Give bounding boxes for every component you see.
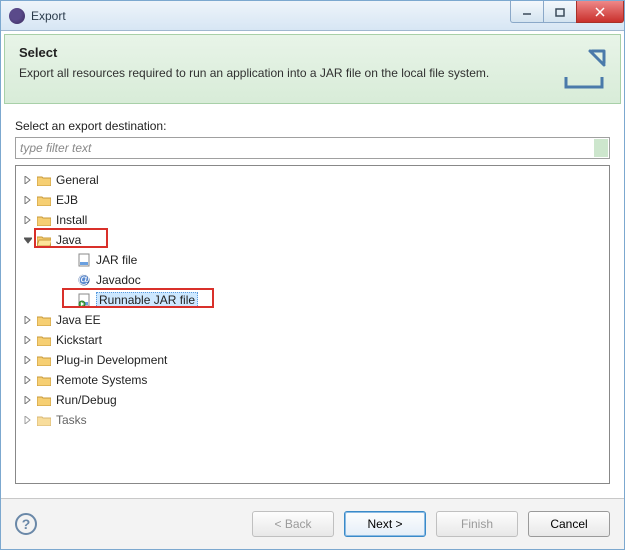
finish-label: Finish	[461, 517, 493, 531]
maximize-icon	[555, 7, 565, 17]
folder-open-icon	[36, 232, 52, 248]
back-button: < Back	[252, 511, 334, 537]
window-controls	[511, 1, 624, 30]
svg-text:@: @	[78, 273, 90, 286]
chevron-right-icon[interactable]	[22, 214, 34, 226]
chevron-right-icon[interactable]	[22, 334, 34, 346]
tree-label: Tasks	[56, 413, 87, 427]
tree-item-run-debug[interactable]: Run/Debug	[16, 390, 609, 410]
folder-icon	[36, 312, 52, 328]
folder-icon	[36, 332, 52, 348]
tree-label: General	[56, 173, 99, 187]
tree-label: Run/Debug	[56, 393, 117, 407]
tree-container: General EJB Install Java	[15, 165, 610, 484]
tree-label: Java	[56, 233, 81, 247]
minimize-icon	[522, 7, 532, 17]
window-title: Export	[31, 9, 511, 23]
banner-description: Export all resources required to run an …	[19, 66, 606, 80]
folder-icon	[36, 212, 52, 228]
jar-icon	[76, 252, 92, 268]
tree-item-tasks[interactable]: Tasks	[16, 410, 609, 430]
tree-label: Remote Systems	[56, 373, 147, 387]
chevron-right-icon[interactable]	[22, 374, 34, 386]
close-button[interactable]	[576, 1, 624, 23]
tree-item-install[interactable]: Install	[16, 210, 609, 230]
export-icon	[560, 45, 608, 93]
javadoc-icon: @	[76, 272, 92, 288]
minimize-button[interactable]	[510, 1, 544, 23]
cancel-button[interactable]: Cancel	[528, 511, 610, 537]
tree-item-java[interactable]: Java	[16, 230, 609, 250]
chevron-down-icon[interactable]	[22, 234, 34, 246]
titlebar[interactable]: Export	[1, 1, 624, 31]
chevron-right-icon[interactable]	[22, 314, 34, 326]
tree-label: EJB	[56, 193, 78, 207]
finish-button: Finish	[436, 511, 518, 537]
folder-icon	[36, 172, 52, 188]
runnable-jar-icon	[76, 292, 92, 308]
next-button[interactable]: Next >	[344, 511, 426, 537]
wizard-banner: Select Export all resources required to …	[4, 34, 621, 104]
banner-heading: Select	[19, 45, 606, 60]
filter-input[interactable]: type filter text	[15, 137, 610, 159]
folder-icon	[36, 192, 52, 208]
tree-label: Runnable JAR file	[96, 292, 198, 308]
tree-item-javadoc[interactable]: @ Javadoc	[16, 270, 609, 290]
export-tree[interactable]: General EJB Install Java	[16, 166, 609, 483]
folder-icon	[36, 412, 52, 428]
tree-item-remote-systems[interactable]: Remote Systems	[16, 370, 609, 390]
back-label: < Back	[274, 517, 311, 531]
export-wizard-window: Export Select Export all resources requi…	[0, 0, 625, 550]
tree-item-ejb[interactable]: EJB	[16, 190, 609, 210]
close-icon	[594, 7, 606, 17]
filter-placeholder: type filter text	[20, 141, 91, 155]
tree-item-general[interactable]: General	[16, 170, 609, 190]
chevron-right-icon[interactable]	[22, 414, 34, 426]
folder-icon	[36, 392, 52, 408]
destination-label: Select an export destination:	[15, 119, 610, 133]
cancel-label: Cancel	[550, 517, 587, 531]
tree-item-kickstart[interactable]: Kickstart	[16, 330, 609, 350]
tree-spacer	[62, 254, 74, 266]
eclipse-icon	[9, 8, 25, 24]
help-button[interactable]: ?	[15, 513, 37, 535]
tree-label: Java EE	[56, 313, 101, 327]
chevron-right-icon[interactable]	[22, 174, 34, 186]
tree-spacer	[62, 274, 74, 286]
content-area: Select an export destination: type filte…	[1, 107, 624, 484]
wizard-button-bar: ? < Back Next > Finish Cancel	[1, 498, 624, 549]
tree-item-jar-file[interactable]: JAR file	[16, 250, 609, 270]
folder-icon	[36, 352, 52, 368]
tree-label: JAR file	[96, 253, 137, 267]
folder-icon	[36, 372, 52, 388]
chevron-right-icon[interactable]	[22, 354, 34, 366]
tree-label: Plug-in Development	[56, 353, 167, 367]
chevron-right-icon[interactable]	[22, 394, 34, 406]
tree-spacer	[62, 294, 74, 306]
tree-label: Kickstart	[56, 333, 102, 347]
tree-item-runnable-jar[interactable]: Runnable JAR file	[16, 290, 609, 310]
chevron-right-icon[interactable]	[22, 194, 34, 206]
maximize-button[interactable]	[543, 1, 577, 23]
tree-item-plugin-dev[interactable]: Plug-in Development	[16, 350, 609, 370]
tree-item-java-ee[interactable]: Java EE	[16, 310, 609, 330]
tree-label: Javadoc	[96, 273, 141, 287]
tree-label: Install	[56, 213, 87, 227]
next-label: Next >	[367, 517, 402, 531]
